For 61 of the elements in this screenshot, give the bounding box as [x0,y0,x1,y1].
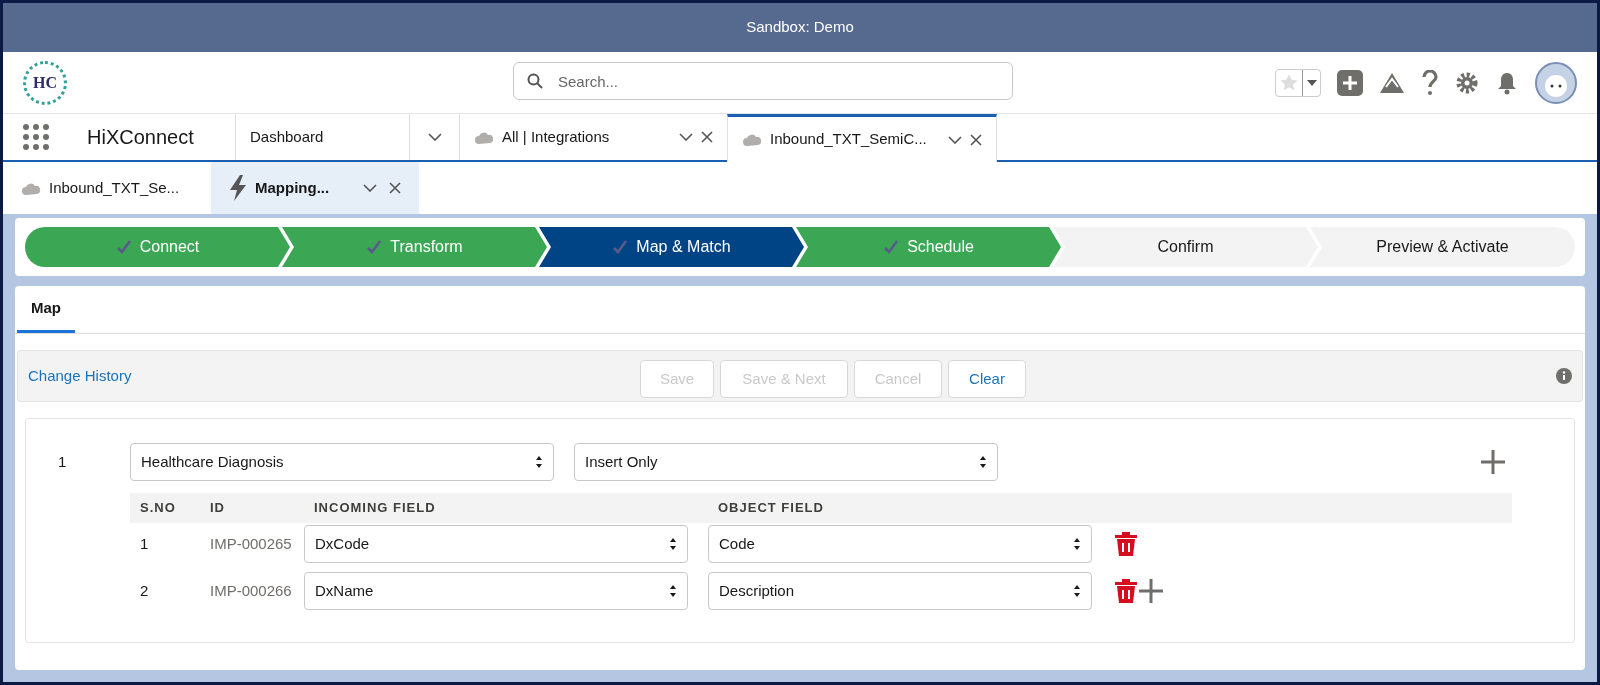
check-icon [883,239,900,255]
mapping-id: IMP-000265 [209,533,293,554]
sort-arrows-icon [669,537,677,551]
sandbox-banner: Sandbox: Demo [3,3,1597,52]
app-launcher-icon[interactable] [23,124,49,150]
path-step[interactable]: Confirm [1053,227,1318,267]
close-icon[interactable] [389,182,401,194]
object-field-select[interactable]: Code [708,525,1092,563]
column-header: INCOMING FIELD [313,499,437,518]
chevron-down-icon[interactable] [679,133,693,141]
sort-arrows-icon [1073,584,1081,598]
settings-icon[interactable] [1455,70,1479,95]
column-header: S.NO [139,499,177,518]
check-icon [612,239,629,255]
search-icon [527,73,543,89]
row-number: 1 [139,533,150,554]
group-number: 1 [57,451,68,472]
check-icon [115,239,132,255]
column-header: OBJECT FIELD [717,499,825,518]
app-name: HiXConnect [86,125,194,150]
lightning-icon [229,175,247,201]
object-field-select[interactable]: Description [708,572,1092,610]
chevron-down-icon[interactable] [363,184,377,192]
caret-icon [1306,79,1317,86]
mapping-id: IMP-000266 [209,580,293,601]
close-icon[interactable] [970,133,982,146]
chevron-down-icon[interactable] [948,135,962,144]
search-field[interactable]: Search... [513,62,1013,100]
check-icon [366,239,383,255]
close-icon[interactable] [701,131,713,143]
cloud-icon [21,181,41,195]
record-tab[interactable]: Mapping... [211,162,419,214]
path-step[interactable]: Map & Match [539,227,804,267]
incoming-field-select[interactable]: DxName [304,572,688,610]
sort-arrows-icon [535,455,543,469]
change-history-link[interactable]: Change History [28,364,132,388]
info-icon[interactable] [1556,368,1572,384]
object-select[interactable]: Healthcare Diagnosis [130,443,554,481]
column-header: ID [209,499,226,518]
cloud-icon [474,130,494,144]
trash-icon[interactable] [1114,531,1138,557]
toolbar-button[interactable]: Clear [948,360,1026,398]
sort-arrows-icon [669,584,677,598]
incoming-field-select[interactable]: DxCode [304,525,688,563]
row-number: 2 [139,580,150,601]
cloud-icon [742,133,762,146]
sort-arrows-icon [979,455,987,469]
plus-icon[interactable] [1480,449,1506,475]
section-tab[interactable]: Map [17,286,75,333]
trash-icon[interactable] [1114,578,1138,604]
avatar-icon[interactable] [1535,61,1577,104]
plus-icon[interactable] [1337,69,1363,96]
favorites-button[interactable] [1275,68,1321,97]
sort-arrows-icon [1073,537,1081,551]
operation-select[interactable]: Insert Only [574,443,998,481]
nav-tab[interactable]: Inbound_TXT_SemiC... [727,114,997,162]
app-logo: HC [23,60,67,105]
help-icon[interactable] [1421,69,1439,96]
chevron-down-icon[interactable] [427,133,442,141]
plus-icon[interactable] [1138,578,1164,604]
path-step[interactable]: Preview & Activate [1310,227,1575,267]
